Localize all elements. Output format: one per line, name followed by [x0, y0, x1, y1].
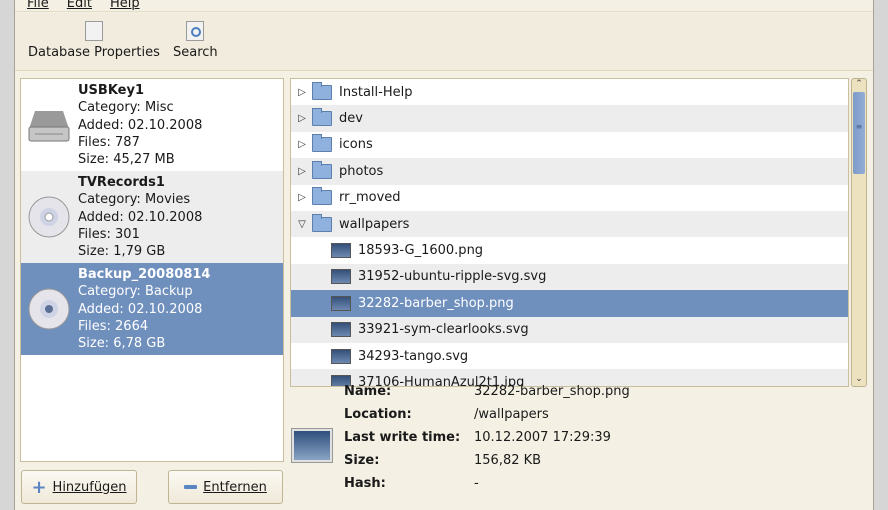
scrollbar-thumb[interactable]: ≡: [853, 92, 865, 174]
disk-size: Size: 6,78 GB: [78, 336, 166, 352]
tree-row[interactable]: ▷ icons: [291, 132, 848, 158]
folder-icon: [312, 81, 332, 100]
size-value: 156,82 KB: [474, 453, 542, 468]
folder-icon: [312, 187, 332, 206]
last-write-time-value: 10.12.2007 17:29:39: [474, 430, 611, 445]
expander-closed-icon[interactable]: ▷: [292, 113, 312, 124]
tree-scrollbar[interactable]: ⌃ ≡ ⌄: [851, 78, 867, 387]
tree-row[interactable]: ▷ dev: [291, 105, 848, 132]
tree-item-label: Install-Help: [339, 84, 413, 100]
size-label: Size:: [344, 453, 380, 468]
expander-closed-icon[interactable]: ▷: [292, 192, 312, 203]
image-file-icon: [331, 295, 351, 311]
disk-added: Added: 02.10.2008: [78, 117, 203, 133]
hash-value: -: [474, 476, 479, 491]
file-details: Name: 32282-barber_shop.png Location: /w…: [290, 384, 860, 508]
remove-label: Entfernen: [203, 479, 267, 495]
expander-closed-icon[interactable]: ▷: [292, 166, 312, 177]
location-label: Location:: [344, 407, 412, 422]
folder-icon: [312, 108, 332, 127]
disk-files: Files: 2664: [78, 318, 149, 334]
drive-icon: [28, 111, 70, 142]
scroll-down-icon[interactable]: ⌄: [852, 374, 866, 386]
disk-list: USBKey1 Category: Misc Added: 02.10.2008…: [20, 78, 284, 462]
cd-icon: [28, 196, 70, 238]
disk-name: USBKey1: [78, 83, 145, 98]
menu-bar: File Edit Help: [15, 0, 873, 12]
tree-row[interactable]: ▷ Install-Help: [291, 79, 848, 105]
add-label: Hinzufügen: [52, 479, 127, 495]
main-window: File Edit Help Database Properties Searc…: [14, 0, 874, 510]
tree-item-label: 33921-sym-clearlooks.svg: [358, 322, 529, 338]
tree-item-label: 18593-G_1600.png: [358, 243, 484, 259]
disk-name: TVRecords1: [78, 175, 165, 190]
tree-row[interactable]: 18593-G_1600.png: [291, 237, 848, 263]
toolbar: Database Properties Search: [15, 13, 873, 71]
tree-item-label: 31952-ubuntu-ripple-svg.svg: [358, 269, 547, 285]
menu-file[interactable]: File: [27, 0, 49, 11]
disk-size: Size: 45,27 MB: [78, 152, 175, 168]
hash-label: Hash:: [344, 476, 386, 491]
expander-closed-icon[interactable]: ▷: [292, 87, 312, 98]
tree-row[interactable]: ▽ wallpapers: [291, 210, 848, 238]
tree-row[interactable]: 33921-sym-clearlooks.svg: [291, 316, 848, 343]
folder-icon: [312, 213, 332, 232]
folder-icon: [312, 160, 332, 179]
tree-item-label: 32282-barber_shop.png: [358, 295, 514, 311]
tree-item-label: icons: [339, 137, 373, 153]
tree-row[interactable]: 31952-ubuntu-ripple-svg.svg: [291, 263, 848, 291]
folder-icon: [312, 134, 332, 153]
tree-item-label: dev: [339, 111, 363, 127]
disk-item-selected[interactable]: Backup_20080814 Category: Backup Added: …: [21, 263, 283, 355]
search-button[interactable]: Search: [173, 21, 218, 60]
disk-item[interactable]: USBKey1 Category: Misc Added: 02.10.2008…: [21, 79, 283, 171]
cd-icon: [28, 288, 70, 330]
minus-icon: [184, 485, 198, 489]
disk-files: Files: 301: [78, 226, 140, 242]
file-tree: ▷ Install-Help ▷ dev ▷ icons ▷ photos ▷ rr_moved ▽…: [290, 78, 849, 387]
expander-open-icon[interactable]: ▽: [292, 219, 312, 230]
menu-help[interactable]: Help: [110, 0, 140, 11]
name-label: Name:: [344, 384, 392, 399]
expander-closed-icon[interactable]: ▷: [292, 139, 312, 150]
disk-category: Category: Misc: [78, 100, 174, 116]
tree-row[interactable]: ▷ photos: [291, 158, 848, 185]
tree-row[interactable]: ▷ rr_moved: [291, 185, 848, 211]
add-button[interactable]: + Hinzufügen: [21, 470, 137, 504]
database-properties-button[interactable]: Database Properties: [28, 21, 160, 60]
tree-row-selected[interactable]: 32282-barber_shop.png: [291, 290, 848, 317]
disk-category: Category: Backup: [78, 284, 193, 300]
search-icon: [186, 21, 205, 41]
plus-icon: +: [31, 476, 47, 498]
disk-files: Files: 787: [78, 134, 140, 150]
disk-item[interactable]: TVRecords1 Category: Movies Added: 02.10…: [21, 171, 283, 263]
image-file-icon: [331, 243, 351, 259]
tree-item-label: rr_moved: [339, 190, 401, 206]
menu-edit[interactable]: Edit: [67, 0, 92, 11]
remove-button[interactable]: Entfernen: [168, 470, 283, 504]
image-file-icon: [331, 348, 351, 364]
name-value: 32282-barber_shop.png: [474, 384, 630, 399]
image-file-icon: [331, 269, 351, 285]
disk-category: Category: Movies: [78, 192, 191, 208]
location-value: /wallpapers: [474, 407, 549, 422]
image-file-icon: [331, 322, 351, 338]
disk-added: Added: 02.10.2008: [78, 209, 203, 225]
tree-item-label: wallpapers: [339, 216, 410, 232]
disk-added: Added: 02.10.2008: [78, 301, 203, 317]
tree-item-label: photos: [339, 163, 384, 179]
tree-row[interactable]: 34293-tango.svg: [291, 343, 848, 369]
database-properties-label: Database Properties: [28, 45, 160, 60]
image-file-icon: [292, 429, 332, 462]
properties-icon: [84, 21, 103, 41]
scroll-up-icon[interactable]: ⌃: [852, 79, 866, 91]
disk-size: Size: 1,79 GB: [78, 244, 166, 260]
search-label: Search: [173, 45, 218, 60]
last-write-time-label: Last write time:: [344, 430, 461, 445]
tree-item-label: 34293-tango.svg: [358, 348, 469, 364]
disk-name: Backup_20080814: [78, 267, 211, 282]
